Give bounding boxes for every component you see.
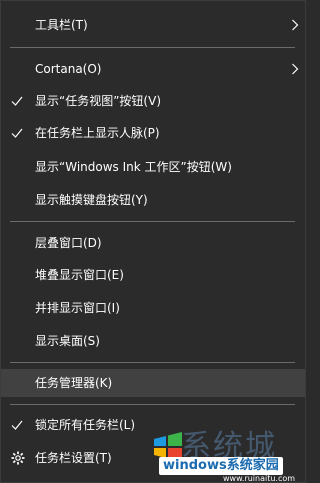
menu-item-label: 显示触摸键盘按钮(Y) <box>35 193 148 207</box>
menu-item-side-by-side-windows[interactable]: 并排显示窗口(I) <box>1 294 305 322</box>
watermark-url: www.ruinaitu.com <box>223 474 296 483</box>
watermark: 系统城 windows系统家园 www.ruinaitu.com <box>151 421 307 483</box>
menu-separator <box>10 221 295 222</box>
menu-item-show-task-view[interactable]: 显示“任务视图”按钮(V) <box>1 87 305 115</box>
menu-item-cortana[interactable]: Cortana(O) <box>1 55 305 83</box>
menu-item-label: 堆叠显示窗口(E) <box>35 268 124 282</box>
menu-item-label: 显示桌面(S) <box>35 334 100 348</box>
menu-separator <box>10 404 295 405</box>
menu-item-label: 在任务栏上显示人脉(P) <box>35 126 160 140</box>
menu-item-label: 显示“任务视图”按钮(V) <box>35 94 162 108</box>
checkmark-icon <box>11 128 23 138</box>
menu-item-stack-windows[interactable]: 堆叠显示窗口(E) <box>1 261 305 289</box>
menu-item-show-touch-keyboard[interactable]: 显示触摸键盘按钮(Y) <box>1 186 305 214</box>
menu-separator <box>10 47 295 48</box>
gear-icon <box>11 451 25 465</box>
menu-item-toolbars[interactable]: 工具栏(T) <box>1 11 305 39</box>
menu-item-label: 并排显示窗口(I) <box>35 301 120 315</box>
menu-item-show-people[interactable]: 在任务栏上显示人脉(P) <box>1 119 305 147</box>
menu-item-cascade-windows[interactable]: 层叠窗口(D) <box>1 229 305 257</box>
menu-item-label: 锁定所有任务栏(L) <box>35 418 136 432</box>
menu-item-label: 任务栏设置(T) <box>35 451 112 465</box>
menu-item-label: Cortana(O) <box>35 62 102 76</box>
menu-item-label: 显示“Windows Ink 工作区”按钮(W) <box>35 160 232 174</box>
taskbar-context-menu: 工具栏(T) Cortana(O) 显示“任务视图”按钮(V) 在任务栏上显示人… <box>0 0 306 483</box>
menu-separator <box>10 362 295 363</box>
checkmark-icon <box>11 420 23 430</box>
menu-item-label: 层叠窗口(D) <box>35 236 102 250</box>
watermark-label: windows系统家园 <box>159 457 283 475</box>
chevron-right-icon <box>292 19 299 31</box>
menu-item-label: 工具栏(T) <box>35 18 88 32</box>
menu-item-label: 任务管理器(K) <box>35 376 113 390</box>
chevron-right-icon <box>292 63 299 75</box>
menu-item-show-desktop[interactable]: 显示桌面(S) <box>1 327 305 355</box>
menu-item-task-manager[interactable]: 任务管理器(K) <box>1 369 305 397</box>
checkmark-icon <box>11 96 23 106</box>
menu-item-show-windows-ink[interactable]: 显示“Windows Ink 工作区”按钮(W) <box>1 153 305 181</box>
